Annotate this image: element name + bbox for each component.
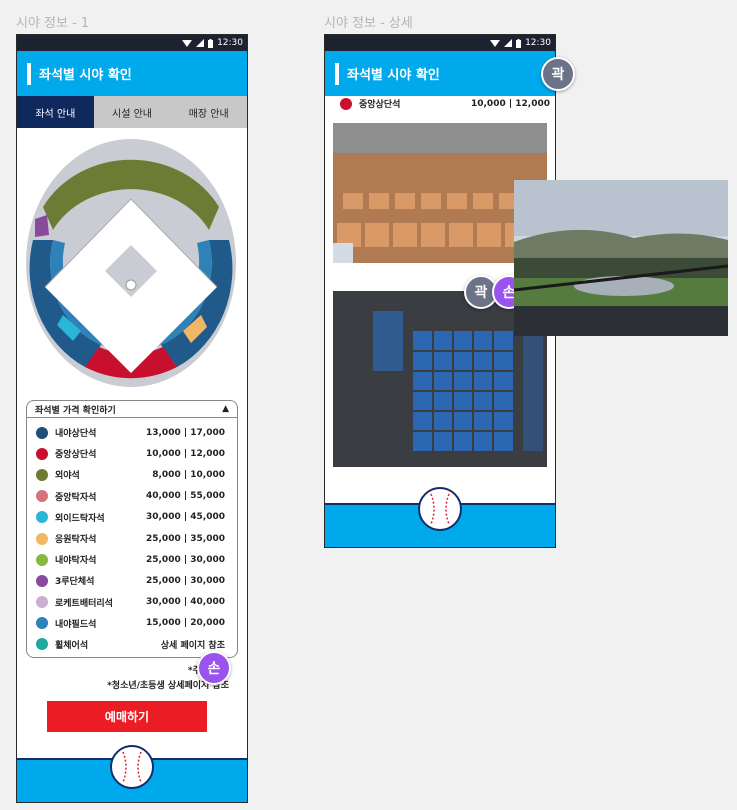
- battery-icon: [516, 38, 522, 48]
- color-dot: [36, 638, 48, 651]
- baseball-home-icon[interactable]: [418, 487, 462, 531]
- color-dot: [36, 468, 48, 481]
- color-dot: [36, 574, 48, 587]
- color-dot: [36, 553, 48, 566]
- seat-name: 응원탁자석: [55, 535, 97, 546]
- tab-facility-guide[interactable]: 시설 안내: [93, 96, 171, 128]
- color-dot: [36, 511, 48, 524]
- seat-price: 40,000 | 55,000: [145, 491, 225, 502]
- frame-label-left: 시야 정보 - 1: [16, 16, 90, 31]
- seat-name: 로케트배터리석: [55, 598, 113, 609]
- status-bar: 12:30: [17, 35, 247, 51]
- seat-price: 8,000 | 10,000: [152, 469, 225, 480]
- price-row: 외이드탁자석 30,000 | 45,000: [27, 507, 237, 528]
- price-row: 외야석 8,000 | 10,000: [27, 464, 237, 485]
- price-row: 로케트배터리석 30,000 | 40,000: [27, 592, 237, 613]
- stadium-seat-map[interactable]: [23, 135, 239, 391]
- clock-text: 12:30: [525, 38, 551, 48]
- seat-name: 외야석: [55, 471, 80, 482]
- signal-icon: [504, 39, 513, 47]
- price-row: 내야탁자석 25,000 | 30,000: [27, 549, 237, 570]
- color-dot: [36, 426, 48, 439]
- detail-seat-name: 중앙상단석: [359, 100, 401, 110]
- price-row: 내야상단석 13,000 | 17,000: [27, 422, 237, 443]
- frame-label-right: 시야 정보 - 상세: [324, 16, 413, 31]
- clock-text: 12:30: [217, 38, 243, 48]
- seat-price: 상세 페이지 참조: [160, 640, 225, 651]
- tab-seat-guide[interactable]: 좌석 안내: [17, 96, 94, 128]
- baseball-home-icon[interactable]: [110, 745, 154, 789]
- tab-store-guide[interactable]: 매장 안내: [170, 96, 247, 128]
- price-row: 중앙상단석 10,000 | 12,000: [27, 443, 237, 464]
- price-row: 응원탁자석 25,000 | 35,000: [27, 528, 237, 549]
- color-dot: [36, 447, 48, 460]
- header-accent-bar: [27, 62, 31, 85]
- color-dot: [36, 596, 48, 609]
- seat-name: 중앙상단석: [55, 450, 97, 461]
- page-title: 좌석별 시야 확인: [347, 68, 440, 83]
- seat-price: 25,000 | 35,000: [145, 533, 225, 544]
- page-title: 좌석별 시야 확인: [39, 68, 132, 83]
- phone-frame-left: 12:30 좌석별 시야 확인 좌석 안내 시설 안내 매장 안내 좌석별 가격…: [16, 34, 248, 803]
- seat-name: 휠체어석: [55, 640, 89, 651]
- price-row: 중앙탁자석 40,000 | 55,000: [27, 486, 237, 507]
- collapse-arrow-icon[interactable]: ▲: [222, 404, 229, 414]
- price-row: 내야필드석 15,000 | 20,000: [27, 613, 237, 634]
- seat-price: 13,000 | 17,000: [145, 427, 225, 438]
- book-button[interactable]: 예매하기: [47, 701, 207, 732]
- header-accent-bar: [335, 62, 339, 85]
- seat-price: 25,000 | 30,000: [145, 554, 225, 565]
- seat-name: 3루단체석: [55, 577, 95, 588]
- user-avatar-gray[interactable]: 곽: [541, 57, 575, 91]
- price-table-header[interactable]: 좌석별 가격 확인하기 ▲: [27, 401, 237, 418]
- seat-price: 30,000 | 45,000: [145, 512, 225, 523]
- price-table: 좌석별 가격 확인하기 ▲ 내야상단석 13,000 | 17,000 중앙상단석…: [26, 400, 238, 658]
- color-dot: [36, 490, 48, 503]
- seat-price: 25,000 | 30,000: [145, 575, 225, 586]
- seat-name: 내야필드석: [55, 619, 97, 630]
- wifi-icon: [182, 39, 193, 47]
- battery-icon: [208, 38, 214, 48]
- seat-price: 30,000 | 40,000: [145, 597, 225, 608]
- seat-detail-row: 중앙상단석 10,000 | 12,000: [340, 97, 550, 110]
- status-bar: 12:30: [325, 35, 555, 51]
- price-table-title: 좌석별 가격 확인하기: [35, 405, 116, 416]
- app-header: 좌석별 시야 확인: [325, 51, 555, 96]
- signal-icon: [196, 39, 205, 47]
- price-row: 3루단체석 25,000 | 30,000: [27, 570, 237, 591]
- wifi-icon: [490, 39, 501, 47]
- detail-seat-price: 10,000 | 12,000: [470, 98, 550, 109]
- price-table-body: 내야상단석 13,000 | 17,000 중앙상단석 10,000 | 12,00…: [27, 418, 237, 655]
- seat-name: 중앙탁자석: [55, 492, 97, 503]
- stadium-panorama-photo[interactable]: [514, 180, 728, 336]
- seat-price: 15,000 | 20,000: [145, 618, 225, 629]
- seat-name: 외이드탁자석: [55, 513, 105, 524]
- user-avatar[interactable]: 손: [197, 651, 231, 685]
- tab-bar: 좌석 안내 시설 안내 매장 안내: [17, 96, 247, 128]
- seat-price: 10,000 | 12,000: [145, 448, 225, 459]
- color-dot: [36, 532, 48, 545]
- seat-name: 내야탁자석: [55, 556, 97, 567]
- app-header: 좌석별 시야 확인: [17, 51, 247, 96]
- seat-name: 내야상단석: [55, 429, 97, 440]
- color-dot: [340, 97, 352, 110]
- color-dot: [36, 617, 48, 630]
